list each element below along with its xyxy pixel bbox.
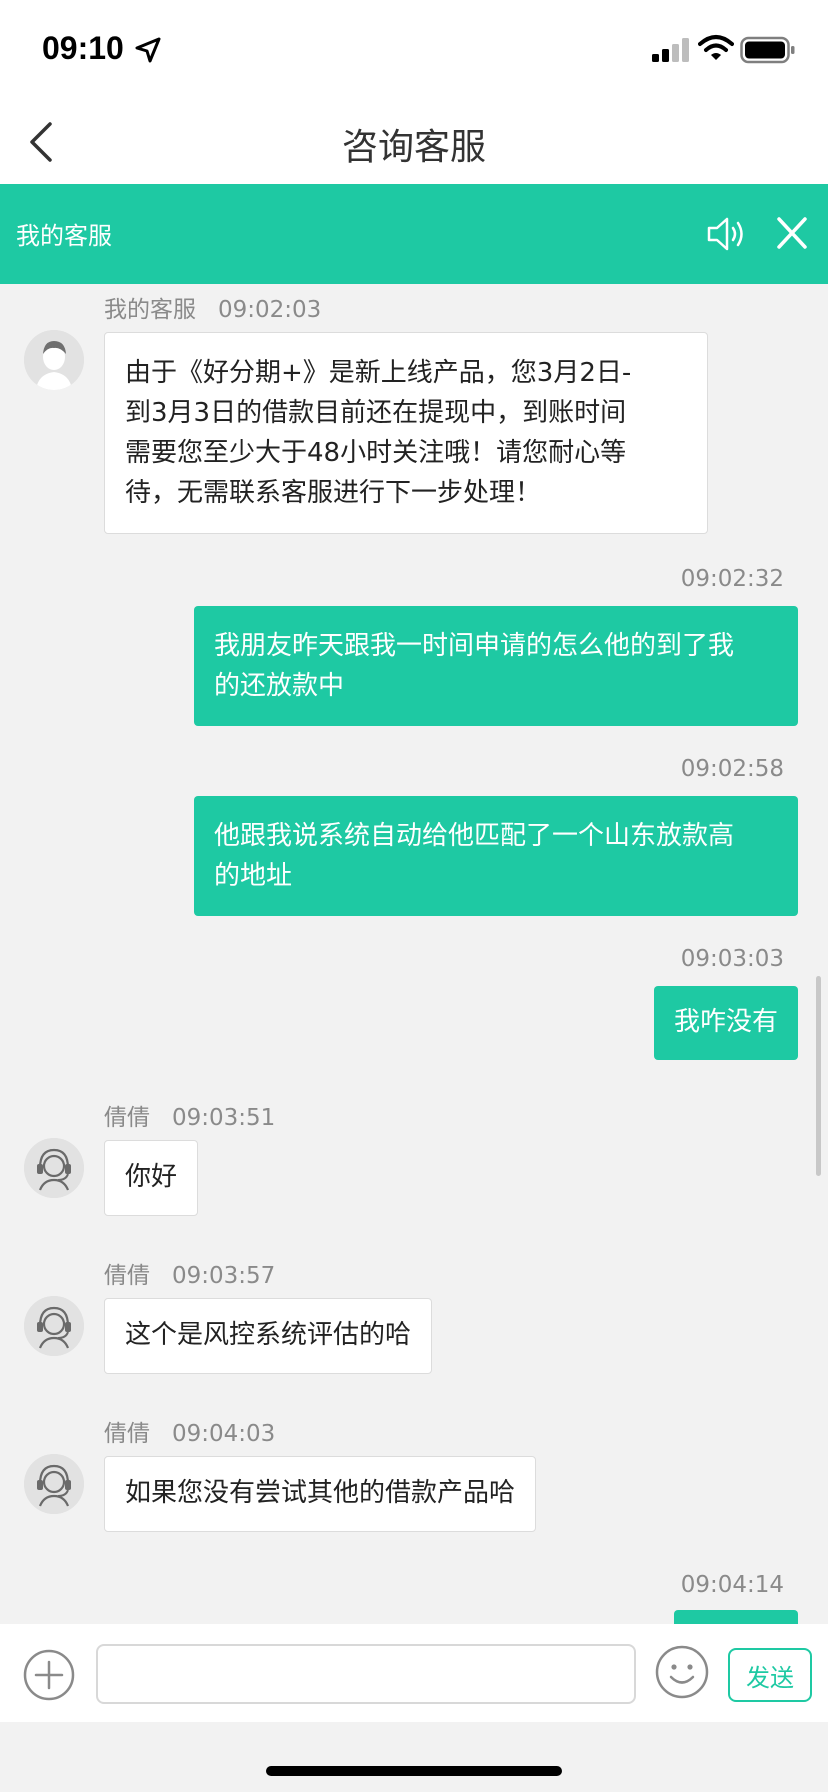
message-time: 09:02:03: [218, 297, 322, 323]
message-line: 这个是风控系统评估的哈: [125, 1320, 412, 1350]
sender-name: 我的客服: [104, 297, 196, 323]
message-bubble-outgoing: 他跟我说系统自动给他匹配了一个山东放款高 的地址: [194, 796, 798, 916]
message-meta: 倩倩 09:03:51: [104, 1098, 275, 1132]
status-bar: 09:10: [0, 0, 828, 100]
home-indicator[interactable]: [266, 1766, 562, 1776]
message-bubble: 如果您没有尝试其他的借款产品哈: [104, 1456, 537, 1532]
sender-name: 倩倩: [104, 1263, 150, 1289]
message-line: 的地址: [214, 861, 293, 891]
message-meta: 倩倩 09:03:57: [104, 1256, 275, 1290]
emoji-icon[interactable]: [654, 1644, 710, 1700]
default-avatar-icon: [24, 330, 84, 390]
avatar[interactable]: [24, 1138, 84, 1198]
message-time: 09:04:03: [172, 1421, 276, 1447]
battery-icon: [740, 36, 795, 64]
message-bubble: 由于《好分期+》是新上线产品，您3月2日- 到3月3日的借款目前还在提现中，到账…: [104, 332, 708, 534]
message-bubble-outgoing: 我朋友昨天跟我一时间申请的怎么他的到了我 的还放款中: [194, 606, 798, 726]
agent-bar-title: 我的客服: [16, 222, 112, 250]
message-line: 我咋没有: [673, 1007, 778, 1037]
message-time: 09:03:03: [680, 946, 784, 972]
message-bubble-outgoing: 我咋没有: [653, 986, 798, 1060]
wifi-icon: [698, 35, 734, 60]
message-line: 如果您没有尝试其他的借款产品哈: [125, 1478, 516, 1508]
close-icon[interactable]: [774, 214, 810, 252]
message-time: 09:02:58: [680, 756, 784, 782]
home-indicator-area: [0, 1722, 828, 1792]
cellular-signal-icon: [652, 38, 689, 62]
avatar[interactable]: [24, 330, 84, 390]
scrollbar[interactable]: [816, 976, 821, 1176]
sender-name: 倩倩: [104, 1105, 150, 1131]
message-bubble: 这个是风控系统评估的哈: [104, 1298, 433, 1374]
chat-message-list[interactable]: 我的客服 09:02:03 由于《好分期+》是新上线产品，您3月2日- 到3月3日…: [0, 284, 828, 1624]
avatar[interactable]: [24, 1454, 84, 1514]
status-time: 09:10: [42, 30, 124, 66]
headset-agent-icon: [24, 1138, 84, 1198]
headset-agent-icon: [24, 1296, 84, 1356]
message-time: 09:04:14: [680, 1572, 784, 1598]
message-line: 我朋友昨天跟我一时间申请的怎么他的到了我: [214, 631, 735, 661]
message-input[interactable]: [96, 1644, 636, 1704]
message-time: 09:02:32: [680, 566, 784, 592]
message-composer: 发送: [0, 1624, 828, 1722]
message-meta: 倩倩 09:04:03: [104, 1414, 275, 1448]
message-time: 09:03:51: [172, 1105, 276, 1131]
plus-icon[interactable]: [22, 1648, 76, 1702]
message-line: 你好: [125, 1162, 178, 1192]
page-title: 咨询客服: [341, 127, 486, 168]
message-meta: 我的客服 09:02:03: [104, 290, 321, 324]
send-button[interactable]: 发送: [728, 1648, 812, 1702]
message-line: 由于《好分期+》是新上线产品，您3月2日-: [125, 358, 632, 388]
agent-header-bar: 我的客服: [0, 184, 828, 284]
message-line: 到3月3日的借款目前还在提现中，到账时间: [125, 398, 627, 428]
sender-name: 倩倩: [104, 1421, 150, 1447]
message-line: 待，无需联系客服进行下一步处理！: [125, 478, 542, 508]
avatar[interactable]: [24, 1296, 84, 1356]
message-time: 09:03:57: [172, 1263, 276, 1289]
speaker-icon[interactable]: [706, 212, 748, 256]
message-line: 需要您至少大于48小时关注哦！请您耐心等: [125, 438, 627, 468]
message-line: 的还放款中: [214, 671, 345, 701]
message-bubble: 你好: [104, 1140, 199, 1216]
navigation-bar: 咨询客服: [0, 100, 828, 184]
headset-agent-icon: [24, 1454, 84, 1514]
location-arrow-icon: [135, 37, 161, 63]
message-line: 他跟我说系统自动给他匹配了一个山东放款高: [214, 821, 735, 851]
message-bubble-outgoing: [674, 1610, 798, 1624]
